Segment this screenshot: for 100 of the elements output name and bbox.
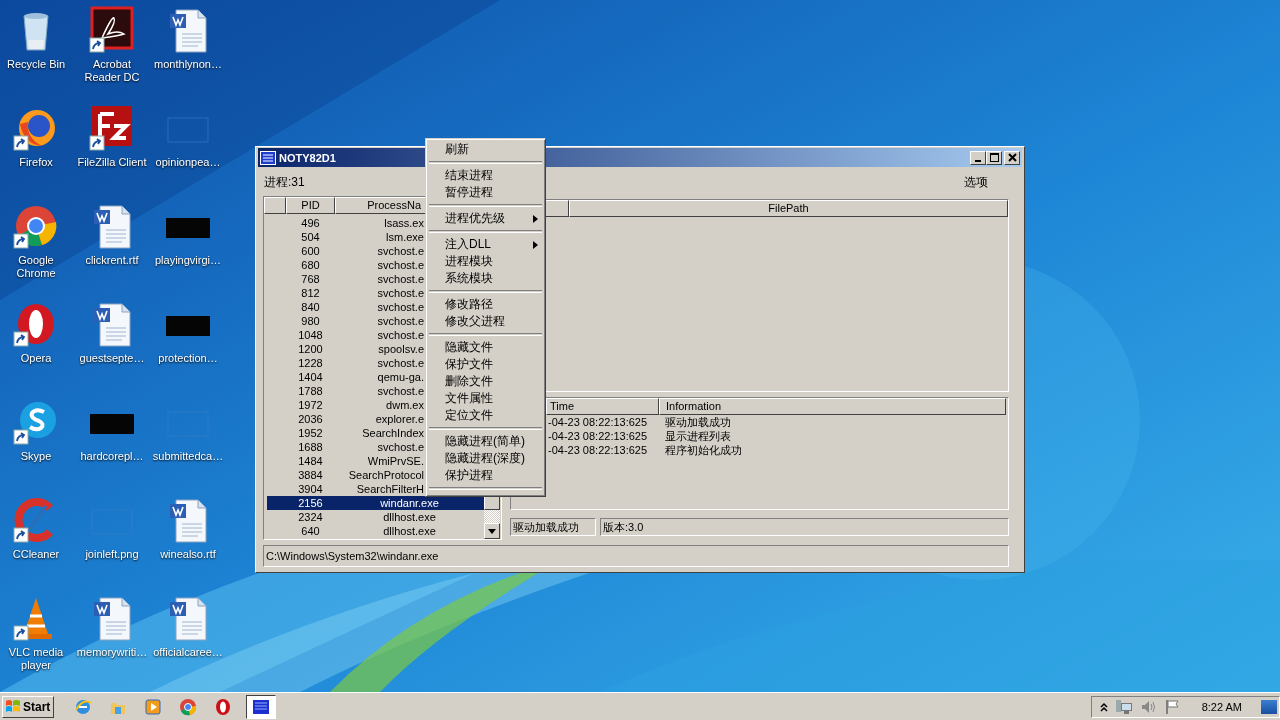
process-row[interactable]: 2156 windanr.exe [267, 496, 484, 510]
name-cell-text: SearchFilterH [355, 482, 424, 496]
name-cell-text: svchost.e [376, 440, 424, 454]
menu-item[interactable]: 修改父进程 [429, 313, 542, 330]
name-cell-text: SearchIndex [361, 426, 424, 440]
info-cell: 显示进程列表 [665, 429, 731, 443]
icon-label: guestsepte… [78, 352, 146, 365]
time-cell-text: -04-23 08:22:13:625 [548, 429, 649, 443]
down-arrow-icon [488, 528, 496, 534]
name-cell-text: svchost.e [376, 272, 424, 286]
icon-label: monthlynon… [153, 58, 223, 71]
icon-label: VLC media player [7, 646, 65, 672]
name-cell-text: svchost.e [376, 258, 424, 272]
menu-item[interactable]: 刷新 [429, 141, 542, 158]
pid-cell-text: 1484 [297, 454, 324, 468]
menu-item[interactable]: 修改路径 [429, 296, 542, 313]
icon-label: memorywriti… [75, 646, 149, 659]
pid-cell-text: 980 [300, 314, 321, 328]
column-header[interactable] [264, 197, 286, 214]
icon-label: Opera [19, 352, 53, 365]
process-count: 进程:31 [264, 173, 305, 191]
pid-cell-text: 600 [300, 244, 321, 258]
menu-item[interactable]: 删除文件 [429, 373, 542, 390]
window-title: NOTY82D1 [279, 151, 336, 164]
name-cell-text: svchost.e [376, 328, 424, 342]
column-header[interactable]: Time [546, 398, 659, 415]
pid-cell-text: 2156 [297, 496, 324, 510]
name-cell-text: spoolsv.e [377, 342, 424, 356]
windows-logo-icon [5, 699, 21, 714]
pid-cell-text: 3884 [297, 468, 324, 482]
name-cell-text: dllhost.exe [382, 510, 437, 524]
minimize-button[interactable] [970, 150, 986, 165]
column-header[interactable]: FilePath [569, 200, 1008, 217]
pid-cell-text: 812 [300, 286, 321, 300]
options-menu[interactable]: 选项 [964, 173, 988, 191]
icon-label: submittedca… [151, 450, 225, 463]
icon-label: winealso.rtf [159, 548, 217, 561]
pid-cell-text: 2036 [297, 412, 324, 426]
column-header[interactable]: Information [659, 398, 1006, 415]
window-icon[interactable] [246, 694, 276, 719]
icon-label: FileZilla Client [76, 156, 148, 169]
name-cell-text: SearchProtocol [347, 468, 424, 482]
menu-item[interactable]: 隐藏进程(简单) [429, 433, 542, 450]
window-icon [260, 150, 276, 165]
icon-label: joinleft.png [84, 548, 140, 561]
flag-icon[interactable] [1164, 698, 1181, 715]
chevron-icon[interactable] [1099, 701, 1108, 712]
process-row[interactable]: 640 dllhost.exe [267, 524, 484, 538]
menu-item[interactable]: 保护文件 [429, 356, 542, 373]
path-field: C:\Windows\System32\windanr.exe [263, 545, 1009, 567]
pid-cell-text: 1788 [297, 384, 324, 398]
version-text: 版本:3.0 [600, 518, 1009, 536]
name-cell-text: qemu-ga. [376, 370, 424, 384]
time-cell-text: -04-23 08:22:13:625 [548, 415, 649, 429]
network-icon[interactable] [1114, 698, 1133, 715]
name-cell-text: WmiPrvSE. [366, 454, 424, 468]
close-icon [1007, 153, 1017, 162]
menu-item[interactable]: 隐藏进程(深度) [429, 450, 542, 467]
menu-item[interactable]: 保护进程 [429, 467, 542, 484]
info-cell: 程序初始化成功 [665, 443, 742, 457]
minimize-icon [975, 159, 981, 162]
pid-cell-text: 840 [300, 300, 321, 314]
menu-item[interactable]: 文件属性 [429, 390, 542, 407]
icon-label: opinionpea… [154, 156, 222, 169]
scroll-down-button[interactable] [484, 523, 500, 539]
start-button[interactable]: Start [2, 695, 54, 718]
icon-label: CCleaner [11, 548, 61, 561]
pid-cell-text: 496 [300, 216, 321, 230]
name-cell-text: svchost.e [376, 314, 424, 328]
show-desktop-button[interactable] [1261, 699, 1277, 714]
pid-cell-text: 768 [300, 272, 321, 286]
menu-item[interactable]: 进程模块 [429, 253, 542, 270]
icon-label: Skype [19, 450, 53, 463]
column-header[interactable]: PID [286, 197, 335, 214]
name-cell-text: dllhost.exe [382, 524, 437, 538]
submenu-arrow-icon [533, 240, 538, 249]
icon-label: Firefox [18, 156, 54, 169]
pid-cell-text: 504 [300, 230, 321, 244]
maximize-button[interactable] [986, 150, 1002, 165]
icon-label: hardcorepl… [79, 450, 145, 463]
icon-label: Acrobat Reader DC [83, 58, 141, 84]
menu-item[interactable]: 隐藏文件 [429, 339, 542, 356]
menu-item[interactable]: 定位文件 [429, 407, 542, 424]
submenu-arrow-icon [533, 214, 538, 223]
menu-item[interactable]: 系统模块 [429, 270, 542, 287]
process-row[interactable]: 2324 dllhost.exe [267, 510, 484, 524]
name-cell-text: dwm.ex [385, 398, 424, 412]
clock[interactable]: 8:22 AM [1201, 700, 1242, 713]
icon-label: protection… [157, 352, 219, 365]
close-button[interactable] [1004, 150, 1020, 165]
maximize-icon [989, 153, 999, 162]
icon-label: clickrent.rtf [84, 254, 140, 267]
name-cell-text: windanr.exe [379, 496, 440, 510]
pid-cell-text: 1972 [297, 398, 324, 412]
icon-label: Recycle Bin [5, 58, 67, 71]
name-cell-text: svchost.e [376, 286, 424, 300]
menu-item[interactable]: 结束进程 [429, 167, 542, 184]
pid-cell-text: 3904 [297, 482, 324, 496]
pdf-app-icon[interactable] [88, 6, 136, 54]
menu-item[interactable]: 注入DLL [429, 236, 542, 253]
